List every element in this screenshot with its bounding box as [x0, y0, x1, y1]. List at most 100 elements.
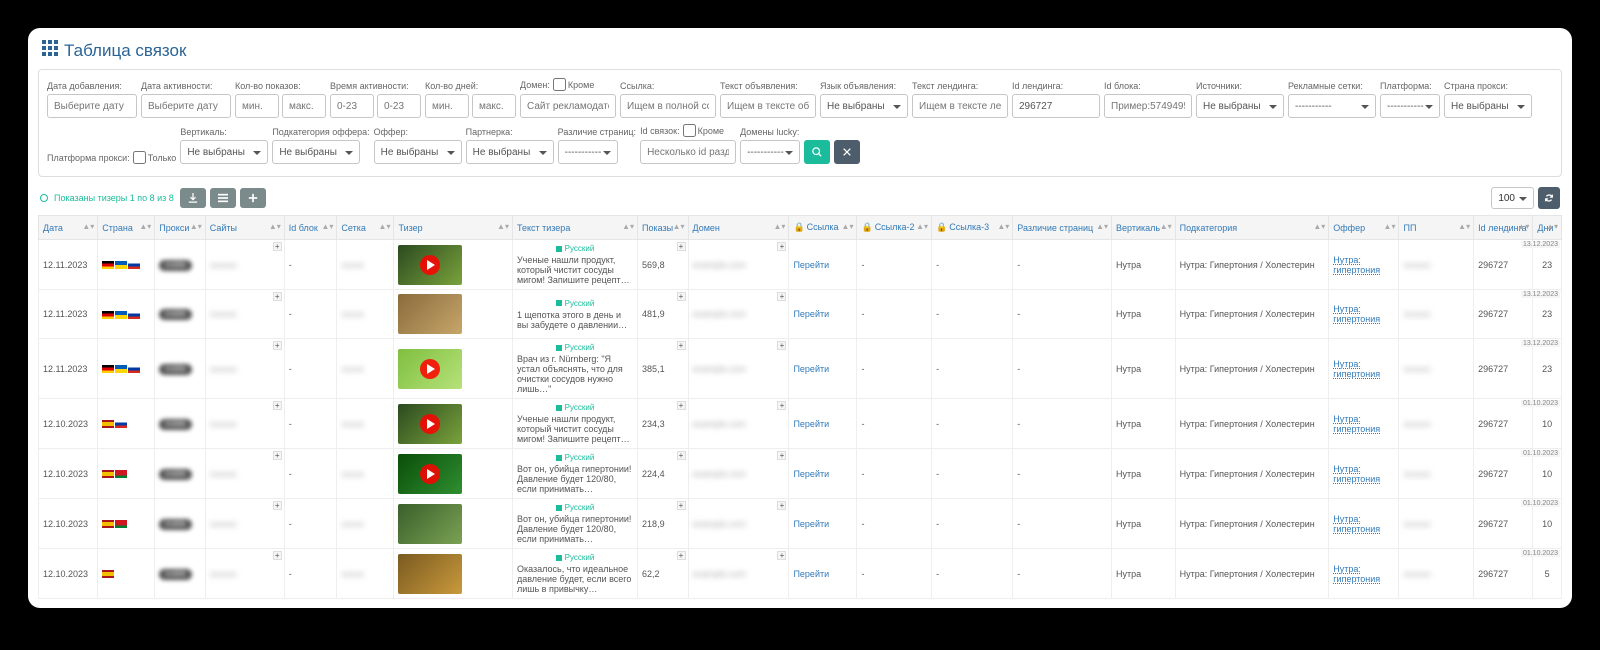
teaser-thumbnail[interactable]: [398, 349, 462, 389]
per-page-select[interactable]: 100: [1491, 187, 1534, 209]
expand-icon[interactable]: +: [777, 242, 786, 251]
offer-link[interactable]: Нутра: гипертония: [1333, 359, 1380, 379]
column-header[interactable]: 🔒Ссылка▲▾: [789, 216, 857, 240]
link-go[interactable]: Перейти: [793, 309, 829, 319]
offer-link[interactable]: Нутра: гипертония: [1333, 304, 1380, 324]
column-header[interactable]: Дни▲▾: [1533, 216, 1562, 240]
expand-icon[interactable]: +: [777, 292, 786, 301]
filter-input[interactable]: [47, 94, 137, 118]
column-header[interactable]: ПП▲▾: [1399, 216, 1474, 240]
filter-select[interactable]: Не выбраны: [272, 140, 360, 164]
filter-input[interactable]: [472, 94, 516, 118]
offer-link[interactable]: Нутра: гипертония: [1333, 414, 1380, 434]
expand-icon[interactable]: +: [273, 401, 282, 410]
add-button[interactable]: [240, 188, 266, 208]
expand-icon[interactable]: +: [777, 501, 786, 510]
teaser-thumbnail[interactable]: [398, 245, 462, 285]
search-button[interactable]: [804, 140, 830, 164]
link-go[interactable]: Перейти: [793, 364, 829, 374]
column-header[interactable]: Вертикаль▲▾: [1112, 216, 1176, 240]
column-header[interactable]: Id лендинга▲▾: [1474, 216, 1533, 240]
filter-input[interactable]: [620, 94, 716, 118]
filter-input[interactable]: [520, 94, 616, 118]
filter-input[interactable]: [235, 94, 279, 118]
column-header[interactable]: Домен▲▾: [688, 216, 789, 240]
filter-checkbox[interactable]: [683, 124, 696, 137]
expand-icon[interactable]: +: [777, 451, 786, 460]
filter-input[interactable]: [141, 94, 231, 118]
column-header[interactable]: Текст тизера▲▾: [512, 216, 637, 240]
column-header[interactable]: Сетка▲▾: [337, 216, 394, 240]
filter-select[interactable]: Не выбраны: [1196, 94, 1284, 118]
expand-icon[interactable]: +: [273, 451, 282, 460]
teaser-thumbnail[interactable]: [398, 404, 462, 444]
column-header[interactable]: Id блок▲▾: [284, 216, 337, 240]
column-header[interactable]: 🔒Ссылка-2▲▾: [857, 216, 932, 240]
expand-icon[interactable]: +: [677, 551, 686, 560]
offer-link[interactable]: Нутра: гипертония: [1333, 564, 1380, 584]
table-header-row: Дата▲▾Страна▲▾Прокси▲▾Сайты▲▾Id блок▲▾Се…: [39, 216, 1562, 240]
teaser-thumbnail[interactable]: [398, 504, 462, 544]
link-go[interactable]: Перейти: [793, 260, 829, 270]
column-header[interactable]: Подкатегория▲▾: [1175, 216, 1329, 240]
column-header[interactable]: 🔒Ссылка-3▲▾: [932, 216, 1013, 240]
column-header[interactable]: Различие страниц▲▾: [1013, 216, 1112, 240]
filter-input[interactable]: [282, 94, 326, 118]
filter-select[interactable]: -----------: [558, 140, 618, 164]
refresh-button[interactable]: [1538, 187, 1560, 209]
filter-input[interactable]: [1104, 94, 1192, 118]
filter-select[interactable]: Не выбраны: [180, 140, 268, 164]
filter-select[interactable]: -----------: [740, 140, 800, 164]
list-view-button[interactable]: [210, 188, 236, 208]
expand-icon[interactable]: +: [677, 292, 686, 301]
expand-icon[interactable]: +: [677, 401, 686, 410]
filter-select[interactable]: -----------: [1380, 94, 1440, 118]
expand-icon[interactable]: +: [273, 292, 282, 301]
filter-input[interactable]: [377, 94, 421, 118]
filter-input[interactable]: [1012, 94, 1100, 118]
expand-icon[interactable]: +: [777, 401, 786, 410]
column-header[interactable]: Оффер▲▾: [1329, 216, 1399, 240]
column-header[interactable]: Тизер▲▾: [394, 216, 513, 240]
download-button[interactable]: [180, 188, 206, 208]
column-header[interactable]: Показы▲▾: [638, 216, 688, 240]
expand-icon[interactable]: +: [777, 341, 786, 350]
filter-input[interactable]: [330, 94, 374, 118]
column-header[interactable]: Страна▲▾: [98, 216, 155, 240]
expand-icon[interactable]: +: [273, 242, 282, 251]
filter-select[interactable]: Не выбраны: [374, 140, 462, 164]
filter-select[interactable]: -----------: [1288, 94, 1376, 118]
expand-icon[interactable]: +: [677, 242, 686, 251]
expand-icon[interactable]: +: [677, 451, 686, 460]
expand-icon[interactable]: +: [777, 551, 786, 560]
expand-icon[interactable]: +: [677, 341, 686, 350]
expand-icon[interactable]: +: [677, 501, 686, 510]
filter-input[interactable]: [912, 94, 1008, 118]
link-go[interactable]: Перейти: [793, 419, 829, 429]
link-go[interactable]: Перейти: [793, 569, 829, 579]
column-header[interactable]: Сайты▲▾: [205, 216, 284, 240]
expand-icon[interactable]: +: [273, 501, 282, 510]
filter-input[interactable]: [425, 94, 469, 118]
offer-link[interactable]: Нутра: гипертония: [1333, 514, 1380, 534]
flag-icon: [102, 365, 114, 373]
expand-icon[interactable]: +: [273, 551, 282, 560]
filter-select[interactable]: Не выбраны: [466, 140, 554, 164]
teaser-thumbnail[interactable]: [398, 554, 462, 594]
offer-link[interactable]: Нутра: гипертония: [1333, 255, 1380, 275]
column-header[interactable]: Дата▲▾: [39, 216, 98, 240]
filter-input[interactable]: [640, 140, 736, 164]
filter-input[interactable]: [720, 94, 816, 118]
link-go[interactable]: Перейти: [793, 469, 829, 479]
link-go[interactable]: Перейти: [793, 519, 829, 529]
offer-link[interactable]: Нутра: гипертония: [1333, 464, 1380, 484]
teaser-thumbnail[interactable]: [398, 454, 462, 494]
filter-checkbox[interactable]: [133, 151, 146, 164]
column-header[interactable]: Прокси▲▾: [155, 216, 205, 240]
expand-icon[interactable]: +: [273, 341, 282, 350]
teaser-thumbnail[interactable]: [398, 294, 462, 334]
filter-select[interactable]: Не выбраны: [820, 94, 908, 118]
filter-select[interactable]: Не выбраны: [1444, 94, 1532, 118]
clear-button[interactable]: [834, 140, 860, 164]
filter-checkbox[interactable]: [553, 78, 566, 91]
